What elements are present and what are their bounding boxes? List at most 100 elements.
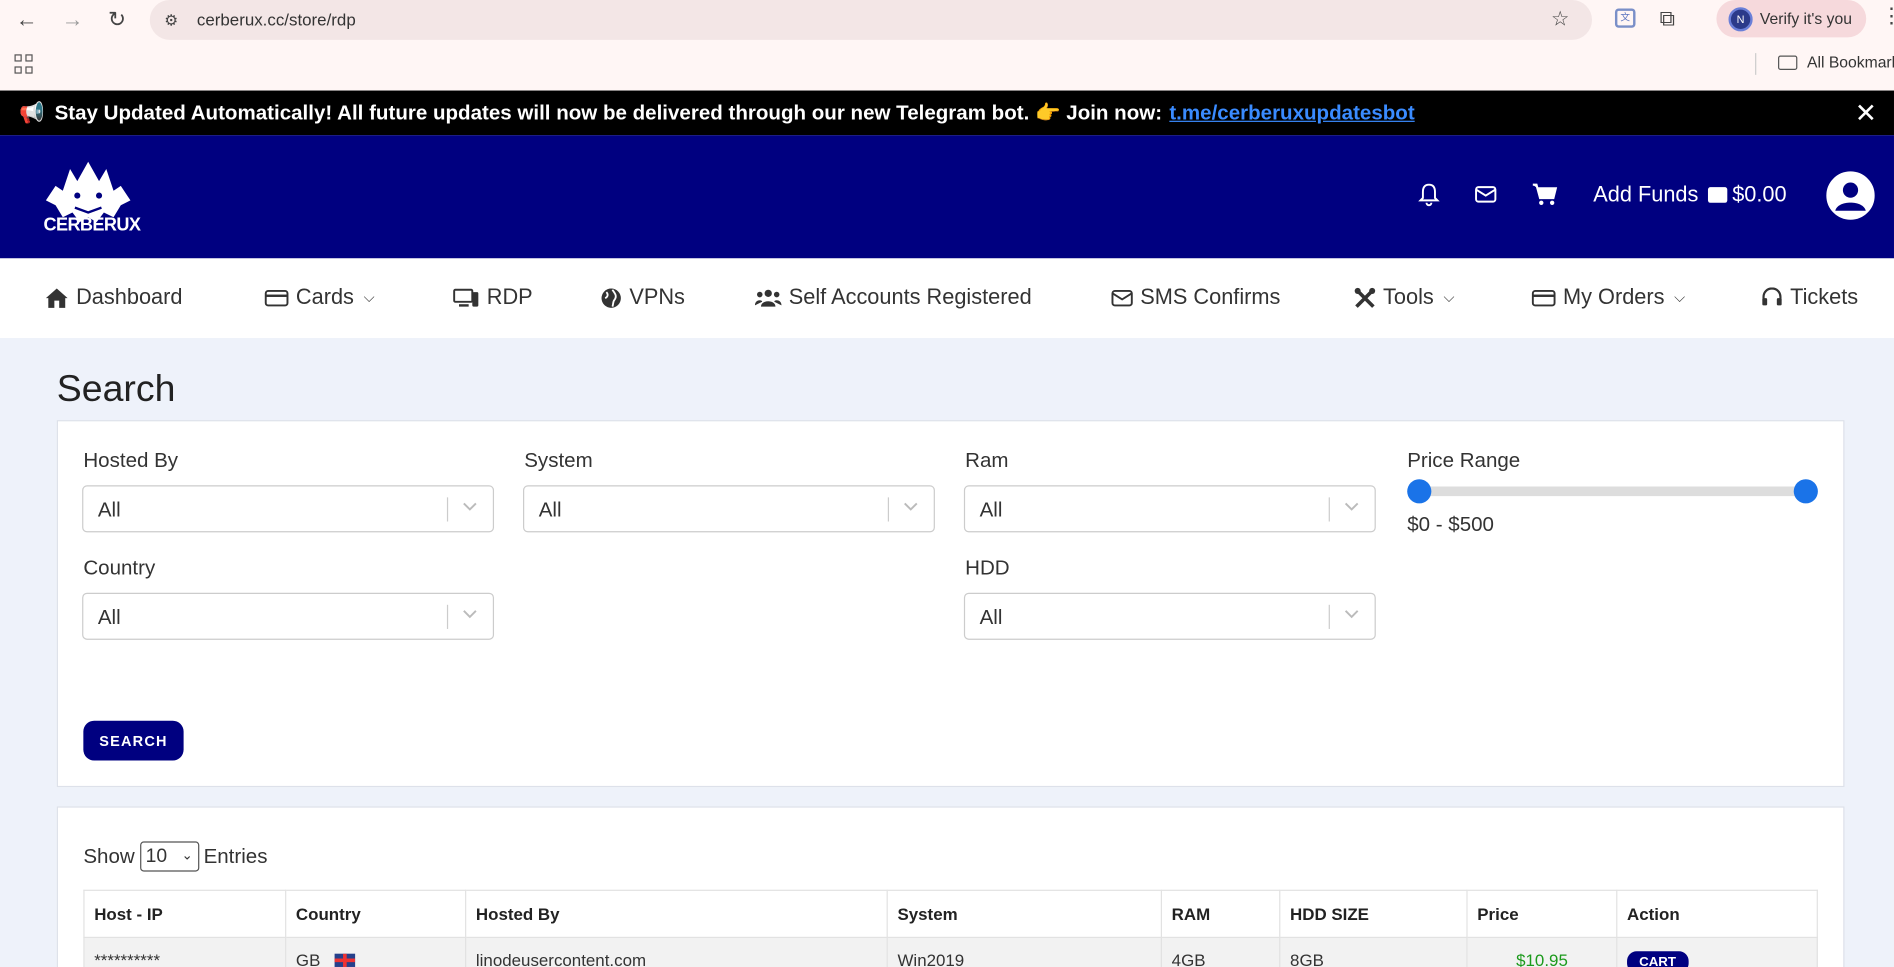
folder-icon: [1778, 54, 1798, 70]
add-funds-button[interactable]: Add Funds $0.00: [1593, 182, 1786, 207]
column-header[interactable]: HDD SIZE: [1279, 889, 1468, 938]
site-info-icon[interactable]: ⚙: [164, 11, 178, 30]
hdd-label: HDD: [965, 556, 1010, 580]
show-label: Show: [83, 844, 135, 868]
nav-rdp[interactable]: RDP: [453, 285, 533, 310]
nav-dashboard-label: Dashboard: [76, 284, 183, 310]
extensions-icon[interactable]: ⧉: [1660, 6, 1676, 31]
brand-name: CERBERUX: [43, 214, 141, 236]
chevron-down-icon: [463, 502, 477, 511]
ram-select[interactable]: All: [963, 485, 1376, 533]
user-avatar-icon[interactable]: [1826, 171, 1875, 220]
ram-value: All: [979, 498, 1003, 522]
column-header[interactable]: Country: [285, 889, 467, 938]
country-code: GB: [295, 950, 321, 967]
mail-icon[interactable]: [1475, 185, 1497, 204]
nav-dashboard[interactable]: Dashboard: [45, 284, 183, 310]
all-bookmarks-label: All Bookmarks: [1807, 53, 1894, 72]
system-select[interactable]: All: [523, 485, 935, 533]
price-cell: $10.95: [1466, 936, 1618, 967]
chevron-down-icon: ⌵: [363, 288, 375, 306]
country-select[interactable]: All: [82, 592, 495, 640]
add-to-cart-button[interactable]: CART: [1627, 951, 1689, 967]
nav-orders-label: My Orders: [1563, 284, 1665, 310]
chevron-down-icon: [463, 610, 477, 619]
nav-tools-label: Tools: [1383, 284, 1434, 310]
ram-label: Ram: [965, 449, 1009, 473]
bell-icon[interactable]: [1418, 182, 1440, 207]
column-header[interactable]: Action: [1616, 889, 1818, 938]
wallet-icon: [1708, 187, 1728, 203]
credit-card-icon: [264, 289, 289, 306]
entries-control: Show 10 ⌄ Entries: [83, 841, 267, 872]
back-icon[interactable]: ←: [12, 5, 41, 34]
announcement-text: Stay Updated Automatically! All future u…: [54, 100, 1163, 124]
entries-select[interactable]: 10 ⌄: [139, 841, 199, 872]
column-header[interactable]: Hosted By: [465, 889, 888, 938]
globe-icon: [601, 287, 621, 308]
system-value: All: [538, 498, 562, 522]
verify-label: Verify it's you: [1759, 9, 1852, 28]
ram-cell: 4GB: [1160, 936, 1281, 967]
bookmark-star-icon[interactable]: ☆: [1551, 7, 1569, 31]
menu-icon[interactable]: ⋮: [1881, 4, 1894, 29]
forward-icon[interactable]: →: [58, 5, 87, 34]
uk-flag-icon: [334, 953, 356, 967]
chevron-down-icon: [1344, 502, 1359, 511]
nav-tools[interactable]: Tools ⌵: [1354, 285, 1454, 310]
column-header[interactable]: System: [886, 889, 1162, 938]
column-header[interactable]: RAM: [1160, 889, 1281, 938]
apps-icon[interactable]: [14, 54, 33, 74]
telegram-link[interactable]: t.me/cerberuxupdatesbot: [1169, 101, 1414, 125]
tools-icon: [1354, 287, 1376, 308]
column-header[interactable]: Host - IP: [83, 889, 287, 938]
system-cell: Win2019: [886, 936, 1162, 967]
nav-rdp-label: RDP: [486, 284, 533, 310]
nav-tickets-label: Tickets: [1790, 284, 1859, 310]
url-text[interactable]: cerberux.cc/store/rdp: [197, 10, 356, 29]
home-icon: [45, 287, 68, 308]
price-range-track[interactable]: [1419, 486, 1806, 497]
all-bookmarks-button[interactable]: All Bookmarks: [1778, 53, 1894, 71]
chevron-down-icon: [904, 502, 918, 511]
page-title: Search: [56, 366, 176, 410]
host-cell: **********: [83, 936, 287, 967]
nav-vpns[interactable]: VPNs: [600, 285, 685, 310]
nav-self-accounts[interactable]: Self Accounts Registered: [754, 284, 1032, 310]
cart-icon[interactable]: [1532, 182, 1559, 206]
address-bar[interactable]: [149, 0, 1593, 40]
nav-self-accounts-label: Self Accounts Registered: [788, 284, 1032, 310]
search-button[interactable]: SEARCH: [83, 720, 184, 761]
nav-vpns-label: VPNs: [629, 284, 685, 310]
column-header[interactable]: Price: [1466, 889, 1618, 938]
nav-sms-confirms[interactable]: SMS Confirms: [1111, 285, 1280, 310]
envelope-icon: [1111, 289, 1133, 306]
price-max-handle[interactable]: [1793, 479, 1818, 504]
translate-icon[interactable]: 文: [1614, 8, 1636, 28]
table-row: ********** GB linodeusercontent.com Win2…: [83, 936, 1818, 967]
price-min-handle[interactable]: [1407, 479, 1432, 504]
system-label: System: [524, 449, 593, 473]
country-value: All: [97, 606, 121, 629]
price-range-value: $0 - $500: [1407, 513, 1494, 536]
close-icon[interactable]: ✕: [1855, 98, 1877, 129]
country-label: Country: [83, 556, 156, 580]
profile-avatar: N: [1728, 6, 1753, 31]
hosted-by-select[interactable]: All: [82, 485, 495, 533]
action-cell: CART: [1616, 936, 1818, 967]
nav-cards[interactable]: Cards ⌵: [264, 284, 375, 310]
announcement-bar: 📢 Stay Updated Automatically! All future…: [0, 90, 1894, 136]
nav-cards-label: Cards: [295, 284, 354, 310]
chevron-down-icon: ⌵: [1674, 288, 1686, 306]
hdd-select[interactable]: All: [963, 592, 1376, 640]
verify-button[interactable]: N Verify it's you: [1716, 0, 1867, 38]
reload-icon[interactable]: ↻: [103, 5, 132, 34]
users-icon: [754, 289, 782, 307]
hdd-cell: 8GB: [1279, 936, 1468, 967]
headset-icon: [1762, 286, 1782, 305]
nav-my-orders[interactable]: My Orders ⌵: [1531, 284, 1686, 310]
hosted-by-value: All: [97, 498, 121, 522]
hosted-by-cell: linodeusercontent.com: [465, 936, 888, 967]
divider: [1755, 53, 1757, 75]
nav-tickets[interactable]: Tickets: [1761, 285, 1858, 310]
